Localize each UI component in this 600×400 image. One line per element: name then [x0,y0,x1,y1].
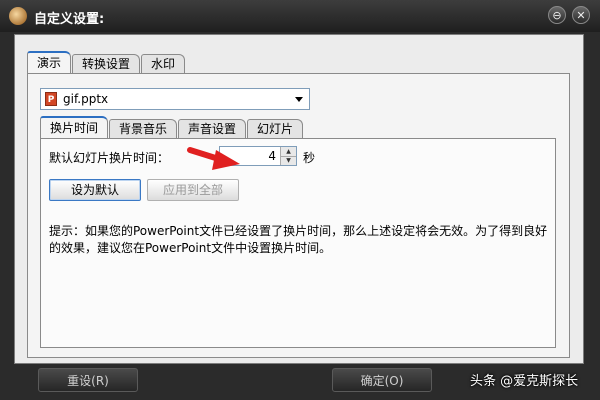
reset-button[interactable]: 重设(R) [38,368,138,392]
settings-dialog: 自定义设置: ⊖ ✕ 演示 转换设置 水印 P gif.pptx 换片时间 背景… [0,0,600,400]
arrow-head [212,150,240,170]
ok-button[interactable]: 确定(O) [332,368,432,392]
watermark-text: 头条 @爱克斯探长 [470,374,579,389]
red-arrow-annotation [187,147,240,170]
